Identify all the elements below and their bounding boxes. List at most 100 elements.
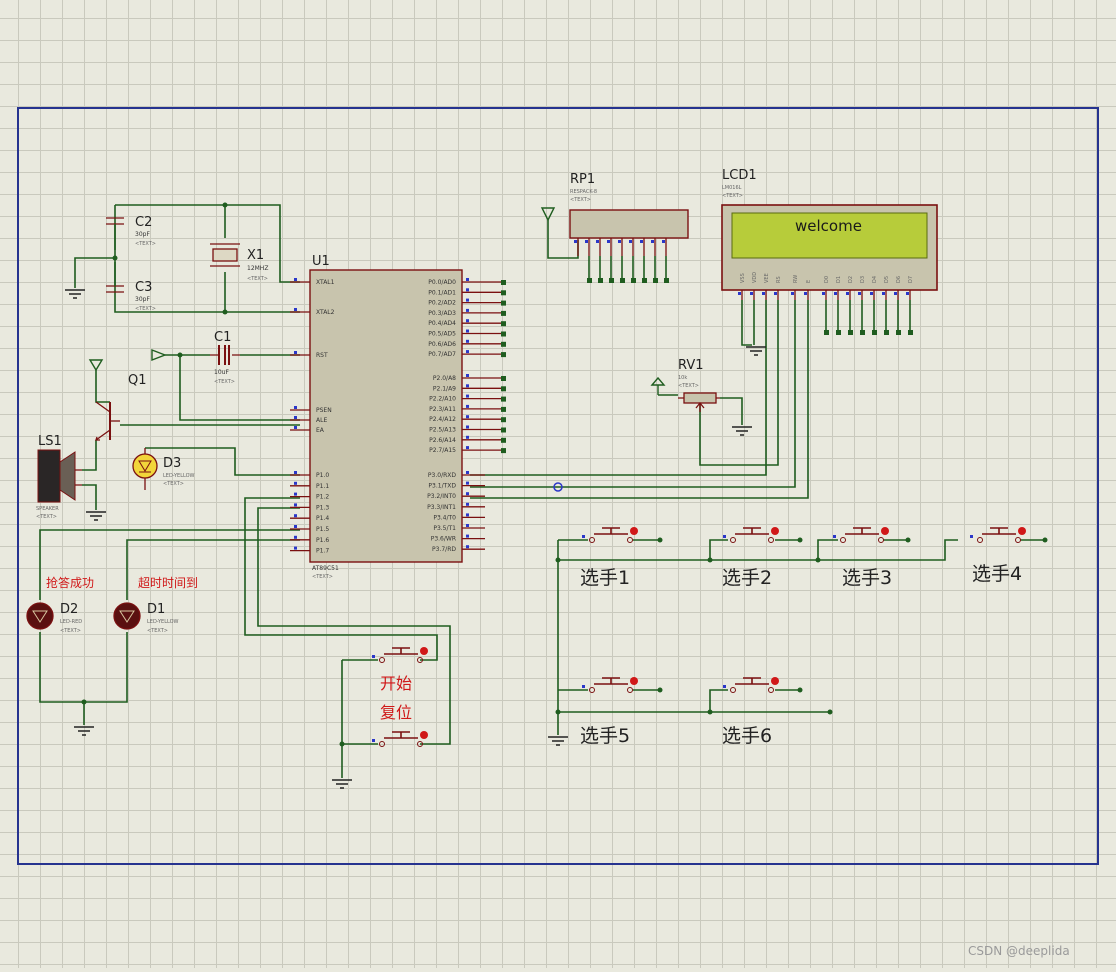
u1-port-terminal: [501, 417, 506, 423]
schematic-canvas[interactable]: C2 30pF <TEXT> C3 30pF <TEXT> X1 12MHZ <…: [0, 0, 1116, 968]
player-3-button[interactable]: [833, 527, 889, 543]
lcd-pin-marker: [762, 292, 765, 295]
button-contact: [379, 657, 385, 663]
microcontroller-u1[interactable]: U1 AT89C51 <TEXT> XTAL1 XTAL2 RST PSEN ALE EA…: [290, 254, 506, 580]
lcd-pin-label: D4: [872, 276, 878, 283]
u1-port-terminal: [501, 290, 506, 296]
button-pin-marker: [723, 535, 726, 538]
button-indicator: [630, 527, 638, 535]
u1-pin-label: P2.7/A15: [429, 447, 456, 454]
u1-pin-label: P2.3/A11: [429, 406, 456, 413]
c2-value: 30pF: [135, 231, 150, 238]
u1-pin-label: P2.4/A12: [429, 416, 456, 423]
u1-port-terminal: [501, 300, 506, 306]
button-plunger: [845, 527, 879, 535]
u1-pin-label: P2.2/A10: [429, 396, 456, 403]
button-pin-marker: [833, 535, 836, 538]
lcd-terminal: [824, 330, 829, 335]
lcd-pin-marker: [791, 292, 794, 295]
resistor-pack-rp1[interactable]: RP1 RESPACK-8 <TEXT>: [569, 172, 689, 283]
u1-pin-label: P0.0/AD0: [428, 279, 456, 286]
u1-pin-label: P1.4: [316, 515, 329, 522]
x1-text: <TEXT>: [247, 276, 268, 282]
potentiometer-rv1[interactable]: RV1 10k <TEXT>: [678, 358, 720, 412]
u1-pin-label: P1.1: [316, 483, 329, 490]
lcd1-ref: LCD1: [722, 168, 757, 183]
u1-pin-label: P3.7/RD: [432, 546, 456, 553]
lcd-pin-label: VEE: [764, 273, 770, 283]
player-1-button[interactable]: [582, 527, 638, 543]
button-plunger: [735, 527, 769, 535]
lcd-terminal: [860, 330, 865, 335]
u1-pin-marker: [466, 288, 469, 292]
rp1-pin-marker: [618, 240, 621, 243]
lcd-pin-label: VSS: [740, 273, 746, 283]
button-plunger: [384, 647, 418, 655]
c3-value: 30pF: [135, 296, 150, 303]
lcd-pin-marker: [858, 292, 861, 295]
u1-pin-marker: [294, 471, 297, 474]
u1-pin-label: P2.0/A8: [433, 375, 456, 382]
c1-ref: C1: [214, 330, 231, 345]
player-6-button[interactable]: [723, 677, 779, 693]
capacitor-c2[interactable]: C2 30pF <TEXT>: [106, 213, 156, 250]
lcd-terminal: [872, 330, 877, 335]
c3-text: <TEXT>: [135, 306, 156, 312]
u1-pin-marker: [466, 425, 469, 429]
button-pin-marker: [372, 739, 375, 742]
u1-port-terminal: [501, 427, 506, 433]
crystal-x1[interactable]: X1 12MHZ <TEXT>: [210, 243, 268, 282]
button-plunger: [384, 731, 418, 739]
button-plunger: [594, 677, 628, 685]
u1-pin-marker: [466, 471, 469, 474]
button-indicator: [420, 731, 428, 739]
d2-ref: D2: [60, 602, 78, 617]
button-pin-marker: [723, 685, 726, 688]
rp1-pin-marker: [574, 240, 577, 243]
u1-pin-marker: [294, 351, 297, 354]
player-4-button[interactable]: [970, 527, 1026, 543]
rp1-pin-marker: [629, 240, 632, 243]
u1-pin-marker: [466, 308, 469, 312]
rv1-value: 10k: [678, 375, 687, 381]
ls1-part: SPEAKER: [36, 506, 59, 512]
player-1-label: 选手1: [580, 567, 630, 589]
u1-pin-label: P0.1/AD1: [428, 289, 456, 296]
u1-pin-label: P3.5/T1: [433, 525, 456, 532]
capacitor-c1[interactable]: C1 10uF <TEXT>: [210, 330, 240, 385]
d1-ref: D1: [147, 602, 165, 617]
led-d3[interactable]: D3 LED-YELLOW <TEXT>: [132, 448, 195, 490]
transistor-q1[interactable]: Q1: [95, 373, 147, 441]
led-d2[interactable]: 抢答成功 D2 LED-RED <TEXT>: [26, 575, 94, 634]
lcd-pin-label: D6: [896, 276, 902, 283]
start-button[interactable]: [372, 647, 428, 663]
lcd-pin-marker: [774, 292, 777, 295]
u1-pin-marker: [294, 546, 297, 550]
u1-pin-marker: [466, 524, 469, 527]
u1-pin-label: P3.2/INT0: [427, 493, 456, 500]
u1-port-terminal: [501, 280, 506, 285]
reset-button[interactable]: [372, 731, 428, 747]
u1-pin-marker: [466, 415, 469, 419]
button-contact: [730, 537, 736, 543]
u1-pin-label: P1.0: [316, 472, 329, 479]
u1-pin-marker: [466, 384, 469, 388]
capacitor-c3[interactable]: C3 30pF <TEXT>: [106, 262, 156, 312]
rp1-pins: [574, 238, 669, 283]
u1-pin-marker: [466, 404, 469, 408]
lcd-pin-label: D7: [908, 276, 914, 283]
speaker-ls1[interactable]: LS1 SPEAKER <TEXT>: [36, 434, 82, 520]
button-contact: [730, 687, 736, 693]
lcd-terminal: [848, 330, 853, 335]
u1-pin-label: P3.6/WR: [431, 536, 456, 543]
wires: [39, 204, 1045, 778]
u1-pin-label: XTAL1: [316, 279, 335, 286]
button-indicator: [630, 677, 638, 685]
player-2-button[interactable]: [723, 527, 779, 543]
player-5-button[interactable]: [582, 677, 638, 693]
u1-pin-marker: [466, 502, 469, 506]
u1-pin-label: ALE: [316, 417, 327, 424]
rp1-pin-marker: [651, 240, 654, 243]
u1-pin-marker: [294, 481, 297, 485]
lcd-pin-marker: [738, 292, 741, 295]
